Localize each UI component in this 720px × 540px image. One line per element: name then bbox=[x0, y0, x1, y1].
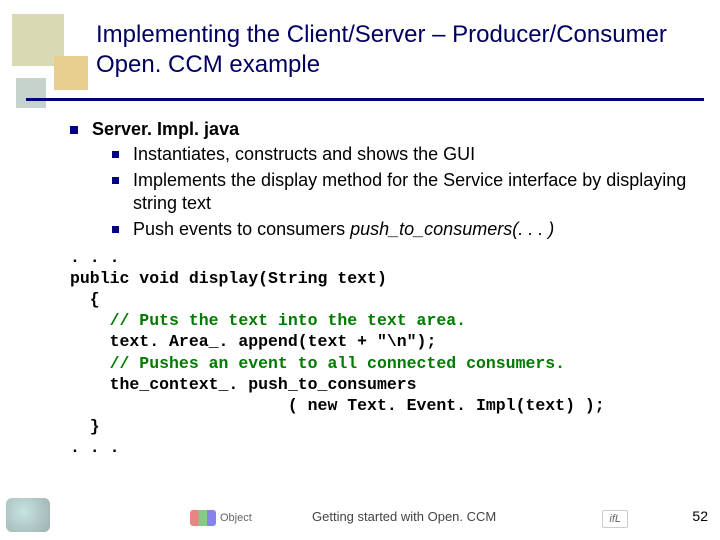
code-line: } bbox=[70, 417, 100, 436]
code-line: . . . bbox=[70, 248, 120, 267]
objectweb-icon bbox=[190, 510, 216, 526]
code-comment: // Pushes an event to all connected cons… bbox=[70, 354, 565, 373]
code-line: ( new Text. Event. Impl(text) ); bbox=[70, 396, 605, 415]
footer: Object Getting started with Open. CCM if… bbox=[0, 498, 720, 534]
footer-logo-left bbox=[6, 498, 50, 532]
square-bullet-icon bbox=[112, 151, 119, 158]
footer-caption: Getting started with Open. CCM bbox=[312, 509, 496, 524]
square-bullet-icon bbox=[70, 126, 78, 134]
bullet-heading: Server. Impl. java bbox=[70, 118, 702, 141]
code-block: . . . public void display(String text) {… bbox=[70, 247, 702, 458]
footer-logo-right: ifL bbox=[602, 510, 628, 528]
code-line: . . . bbox=[70, 438, 120, 457]
square-bullet-icon bbox=[112, 177, 119, 184]
bullet-item-text: Push events to consumers push_to_consume… bbox=[133, 218, 554, 241]
push-prefix: Push events to consumers bbox=[133, 219, 350, 239]
bullet-item-text: Instantiates, constructs and shows the G… bbox=[133, 143, 475, 166]
code-line: public void display(String text) bbox=[70, 269, 387, 288]
code-line: the_context_. push_to_consumers bbox=[70, 375, 417, 394]
footer-brand-text: Object bbox=[220, 512, 252, 524]
title-underline bbox=[26, 98, 704, 101]
bullet-item: Instantiates, constructs and shows the G… bbox=[112, 143, 702, 166]
code-line: text. Area_. append(text + "\n"); bbox=[70, 332, 436, 351]
code-comment: // Puts the text into the text area. bbox=[70, 311, 466, 330]
slide: Implementing the Client/Server – Produce… bbox=[0, 0, 720, 540]
bullet-heading-text: Server. Impl. java bbox=[92, 119, 239, 139]
code-line: { bbox=[70, 290, 100, 309]
square-bullet-icon bbox=[112, 226, 119, 233]
page-number: 52 bbox=[692, 508, 708, 524]
slide-title: Implementing the Client/Server – Produce… bbox=[96, 20, 700, 80]
slide-content: Server. Impl. java Instantiates, constru… bbox=[70, 118, 702, 458]
bullet-item: Implements the display method for the Se… bbox=[112, 169, 702, 216]
corner-decoration bbox=[12, 14, 90, 106]
bullet-item-text: Implements the display method for the Se… bbox=[133, 169, 702, 216]
footer-logo-center: Object bbox=[190, 510, 252, 526]
bullet-item: Push events to consumers push_to_consume… bbox=[112, 218, 702, 241]
push-call: push_to_consumers(. . . ) bbox=[350, 219, 554, 239]
